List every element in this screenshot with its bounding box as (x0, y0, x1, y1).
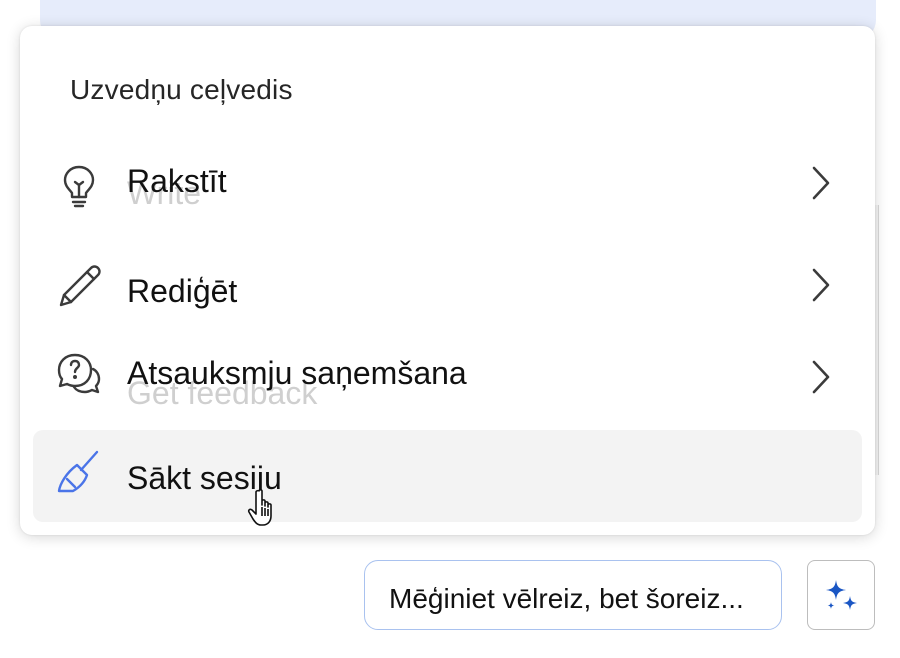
suggestion-chip-label: Mēģiniet vēlreiz, bet šoreiz... (389, 583, 744, 614)
chevron-right-icon (812, 268, 830, 302)
pencil-icon (59, 265, 101, 307)
menu-item-edit[interactable]: Rediģēt (33, 237, 862, 329)
menu-item-get-feedback[interactable]: Get feedback Atsauksmju saņemšana (33, 331, 862, 423)
sparkle-icon (826, 580, 857, 610)
hand-cursor-icon (247, 489, 272, 526)
copilot-prompt-button[interactable] (807, 560, 875, 630)
chevron-right-icon (812, 166, 830, 200)
prompt-guide-menu: Uzvedņu ceļvedis Write Rakstīt Rediģēt G… (20, 26, 875, 535)
lightbulb-icon (63, 165, 95, 208)
chevron-right-icon (812, 360, 830, 394)
broom-icon (57, 450, 99, 493)
menu-item-label: Rakstīt (127, 163, 227, 199)
menu-item-start-session[interactable]: Sākt sesiju (33, 430, 862, 522)
question-chat-icon (57, 353, 101, 394)
menu-item-label: Atsauksmju saņemšana (127, 355, 467, 391)
menu-item-label: Rediģēt (127, 273, 238, 309)
suggestion-chip[interactable]: Mēģiniet vēlreiz, bet šoreiz... (364, 560, 782, 630)
menu-title: Uzvedņu ceļvedis (70, 74, 293, 105)
menu-item-write[interactable]: Write Rakstīt (33, 133, 862, 225)
